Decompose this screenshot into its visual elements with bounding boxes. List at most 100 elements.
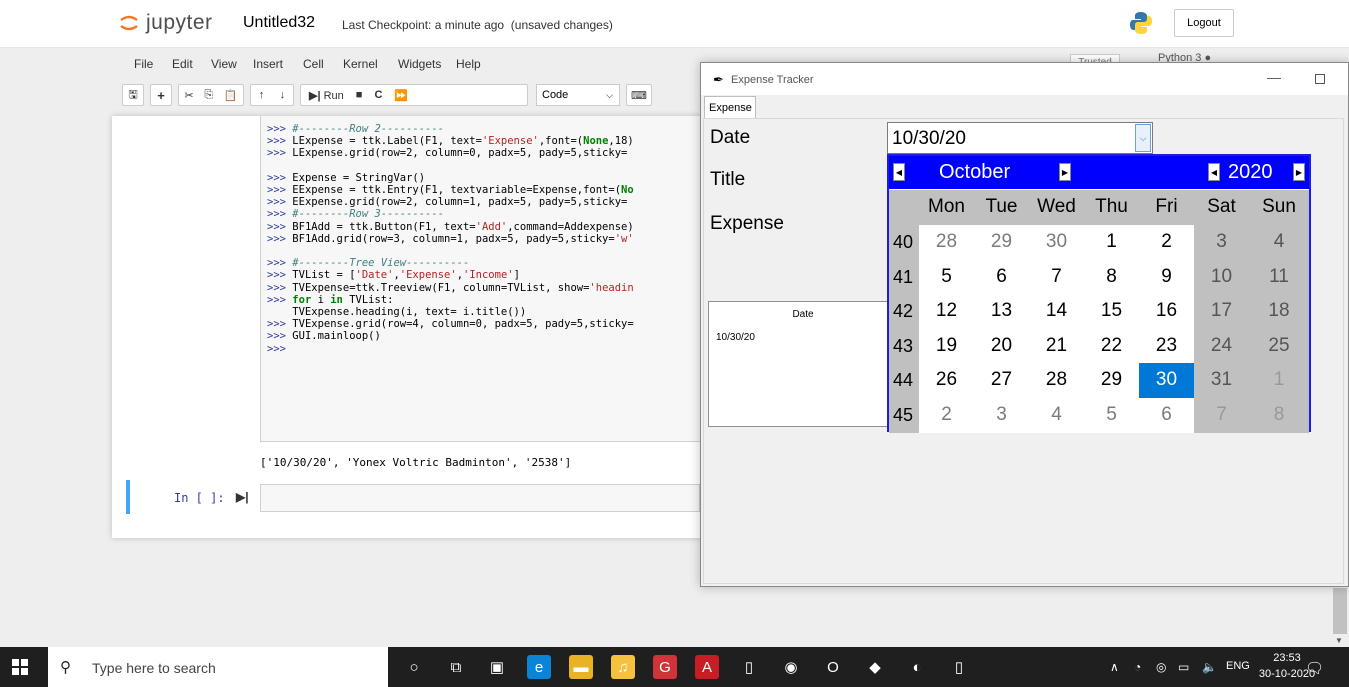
calendar-day[interactable]: 10 xyxy=(1194,259,1249,295)
file-explorer-icon[interactable]: ▬ xyxy=(569,655,593,679)
prev-month-button[interactable]: ◀ xyxy=(893,163,905,181)
scrollbar-thumb[interactable] xyxy=(1333,588,1347,634)
chrome-icon[interactable]: ◉ xyxy=(779,655,803,679)
opera-icon[interactable]: O xyxy=(821,655,845,679)
calendar-day[interactable]: 24 xyxy=(1194,328,1249,364)
minimize-icon[interactable]: — xyxy=(1267,69,1281,85)
insert-cell-button[interactable]: + xyxy=(150,84,172,106)
arrow-down-icon[interactable]: ↓ xyxy=(280,89,286,101)
menu-kernel[interactable]: Kernel xyxy=(343,57,378,71)
calendar-day[interactable]: 6 xyxy=(974,259,1029,295)
acrobat-icon[interactable]: A xyxy=(695,655,719,679)
game-icon[interactable]: G xyxy=(653,655,677,679)
calendar-day[interactable]: 18 xyxy=(1249,294,1309,329)
calendar-day[interactable]: 7 xyxy=(1029,259,1084,295)
notification-icon[interactable]: 🗨 xyxy=(1305,659,1324,677)
network-icon[interactable]: ◔ xyxy=(1134,660,1141,674)
calendar-day[interactable]: 26 xyxy=(919,363,974,398)
run-cell-icon[interactable]: ▶| xyxy=(236,490,249,504)
calendar-day[interactable]: 1 xyxy=(1249,363,1309,398)
jupyter-logo[interactable]: jupyter xyxy=(118,10,213,36)
paste-icon[interactable]: 📋 xyxy=(224,89,238,102)
stop-icon[interactable]: ■ xyxy=(356,89,363,101)
calendar-day[interactable]: 2 xyxy=(919,397,974,433)
calendar-day-selected[interactable]: 30 xyxy=(1139,363,1194,398)
taskbar-search[interactable]: ⚲ Type here to search xyxy=(48,647,388,687)
logout-button[interactable]: Logout xyxy=(1174,9,1234,37)
scroll-down-icon[interactable]: ▼ xyxy=(1335,636,1343,645)
date-entry[interactable]: 10/30/20 ⌵ xyxy=(887,122,1153,154)
calendar-day[interactable]: 23 xyxy=(1139,328,1194,364)
calendar-day[interactable]: 15 xyxy=(1084,294,1139,329)
calendar-day[interactable]: 4 xyxy=(1249,225,1309,260)
next-year-button[interactable]: ▶ xyxy=(1293,163,1305,181)
menu-edit[interactable]: Edit xyxy=(172,57,193,71)
menu-file[interactable]: File xyxy=(134,57,153,71)
calendar-day[interactable]: 6 xyxy=(1139,397,1194,433)
arrow-up-icon[interactable]: ↑ xyxy=(259,89,265,101)
volume-icon[interactable]: 🔈 xyxy=(1202,660,1217,674)
python-icon[interactable]: ◆ xyxy=(863,655,887,679)
document-icon[interactable]: ▯ xyxy=(947,655,971,679)
keyboard-button[interactable]: ⌨ xyxy=(626,84,652,106)
language-indicator[interactable]: ENG xyxy=(1226,660,1250,672)
fast-forward-icon[interactable]: ⏩ xyxy=(394,89,408,102)
save-button[interactable]: 🖫 xyxy=(122,84,144,106)
tree-header-date[interactable]: Date xyxy=(709,302,897,324)
expense-treeview[interactable]: Date 10/30/20 xyxy=(708,301,898,427)
calendar-day[interactable]: 3 xyxy=(974,397,1029,433)
calendar-day[interactable]: 27 xyxy=(974,363,1029,398)
tray-app-icon[interactable]: ◎ xyxy=(1156,660,1166,674)
jupyter-icon[interactable]: ◐ xyxy=(905,655,929,679)
calendar-day[interactable]: 21 xyxy=(1029,328,1084,364)
calendar-day[interactable]: 28 xyxy=(919,225,974,260)
calendar-day[interactable]: 22 xyxy=(1084,328,1139,364)
calendar-day[interactable]: 7 xyxy=(1194,397,1249,433)
maximize-icon[interactable] xyxy=(1315,74,1325,84)
calendar-day[interactable]: 3 xyxy=(1194,225,1249,260)
calendar-day[interactable]: 17 xyxy=(1194,294,1249,329)
tab-expense[interactable]: Expense xyxy=(704,96,756,118)
calendar-day[interactable]: 8 xyxy=(1084,259,1139,295)
calendar-day[interactable]: 5 xyxy=(919,259,974,295)
calendar-day[interactable]: 12 xyxy=(919,294,974,329)
calendar-day[interactable]: 13 xyxy=(974,294,1029,329)
calendar-day[interactable]: 29 xyxy=(1084,363,1139,398)
calendar-day[interactable]: 30 xyxy=(1029,225,1084,260)
next-month-button[interactable]: ▶ xyxy=(1059,163,1071,181)
calendar-day[interactable]: 14 xyxy=(1029,294,1084,329)
cut-icon[interactable]: ✂ xyxy=(184,89,193,102)
copy-icon[interactable]: ⎘ xyxy=(204,89,213,102)
calendar-day[interactable]: 11 xyxy=(1249,259,1309,295)
date-dropdown-button[interactable]: ⌵ xyxy=(1135,124,1151,152)
cortana-icon[interactable]: ○ xyxy=(402,655,426,679)
menu-widgets[interactable]: Widgets xyxy=(398,57,441,71)
calendar-day[interactable]: 16 xyxy=(1139,294,1194,329)
player-icon[interactable]: ♫ xyxy=(611,655,635,679)
code-input[interactable] xyxy=(260,484,700,512)
calendar-day[interactable]: 29 xyxy=(974,225,1029,260)
menu-view[interactable]: View xyxy=(211,57,237,71)
menu-help[interactable]: Help xyxy=(456,57,481,71)
calendar-day[interactable]: 20 xyxy=(974,328,1029,364)
run-button[interactable]: ▶| Run xyxy=(309,89,344,102)
calendar-day[interactable]: 19 xyxy=(919,328,974,364)
calendar-day[interactable]: 25 xyxy=(1249,328,1309,364)
calendar-day[interactable]: 1 xyxy=(1084,225,1139,260)
battery-icon[interactable]: ▭ xyxy=(1178,660,1189,674)
calendar-day[interactable]: 2 xyxy=(1139,225,1194,260)
calendar-day[interactable]: 31 xyxy=(1194,363,1249,398)
cell-type-select[interactable]: Code ⌵ xyxy=(536,84,620,106)
start-button[interactable] xyxy=(12,659,28,675)
chevron-up-icon[interactable]: ∧ xyxy=(1110,660,1119,674)
calendar-day[interactable]: 5 xyxy=(1084,397,1139,433)
window-titlebar[interactable]: ✒ Expense Tracker — xyxy=(701,63,1348,95)
calendar-day[interactable]: 28 xyxy=(1029,363,1084,398)
store-icon[interactable]: ▣ xyxy=(485,655,509,679)
edge-icon[interactable]: e xyxy=(527,655,551,679)
calendar-day[interactable]: 4 xyxy=(1029,397,1084,433)
menu-insert[interactable]: Insert xyxy=(253,57,283,71)
prev-year-button[interactable]: ◀ xyxy=(1208,163,1220,181)
task-view-icon[interactable]: ⧉ xyxy=(444,655,468,679)
file-icon[interactable]: ▯ xyxy=(737,655,761,679)
